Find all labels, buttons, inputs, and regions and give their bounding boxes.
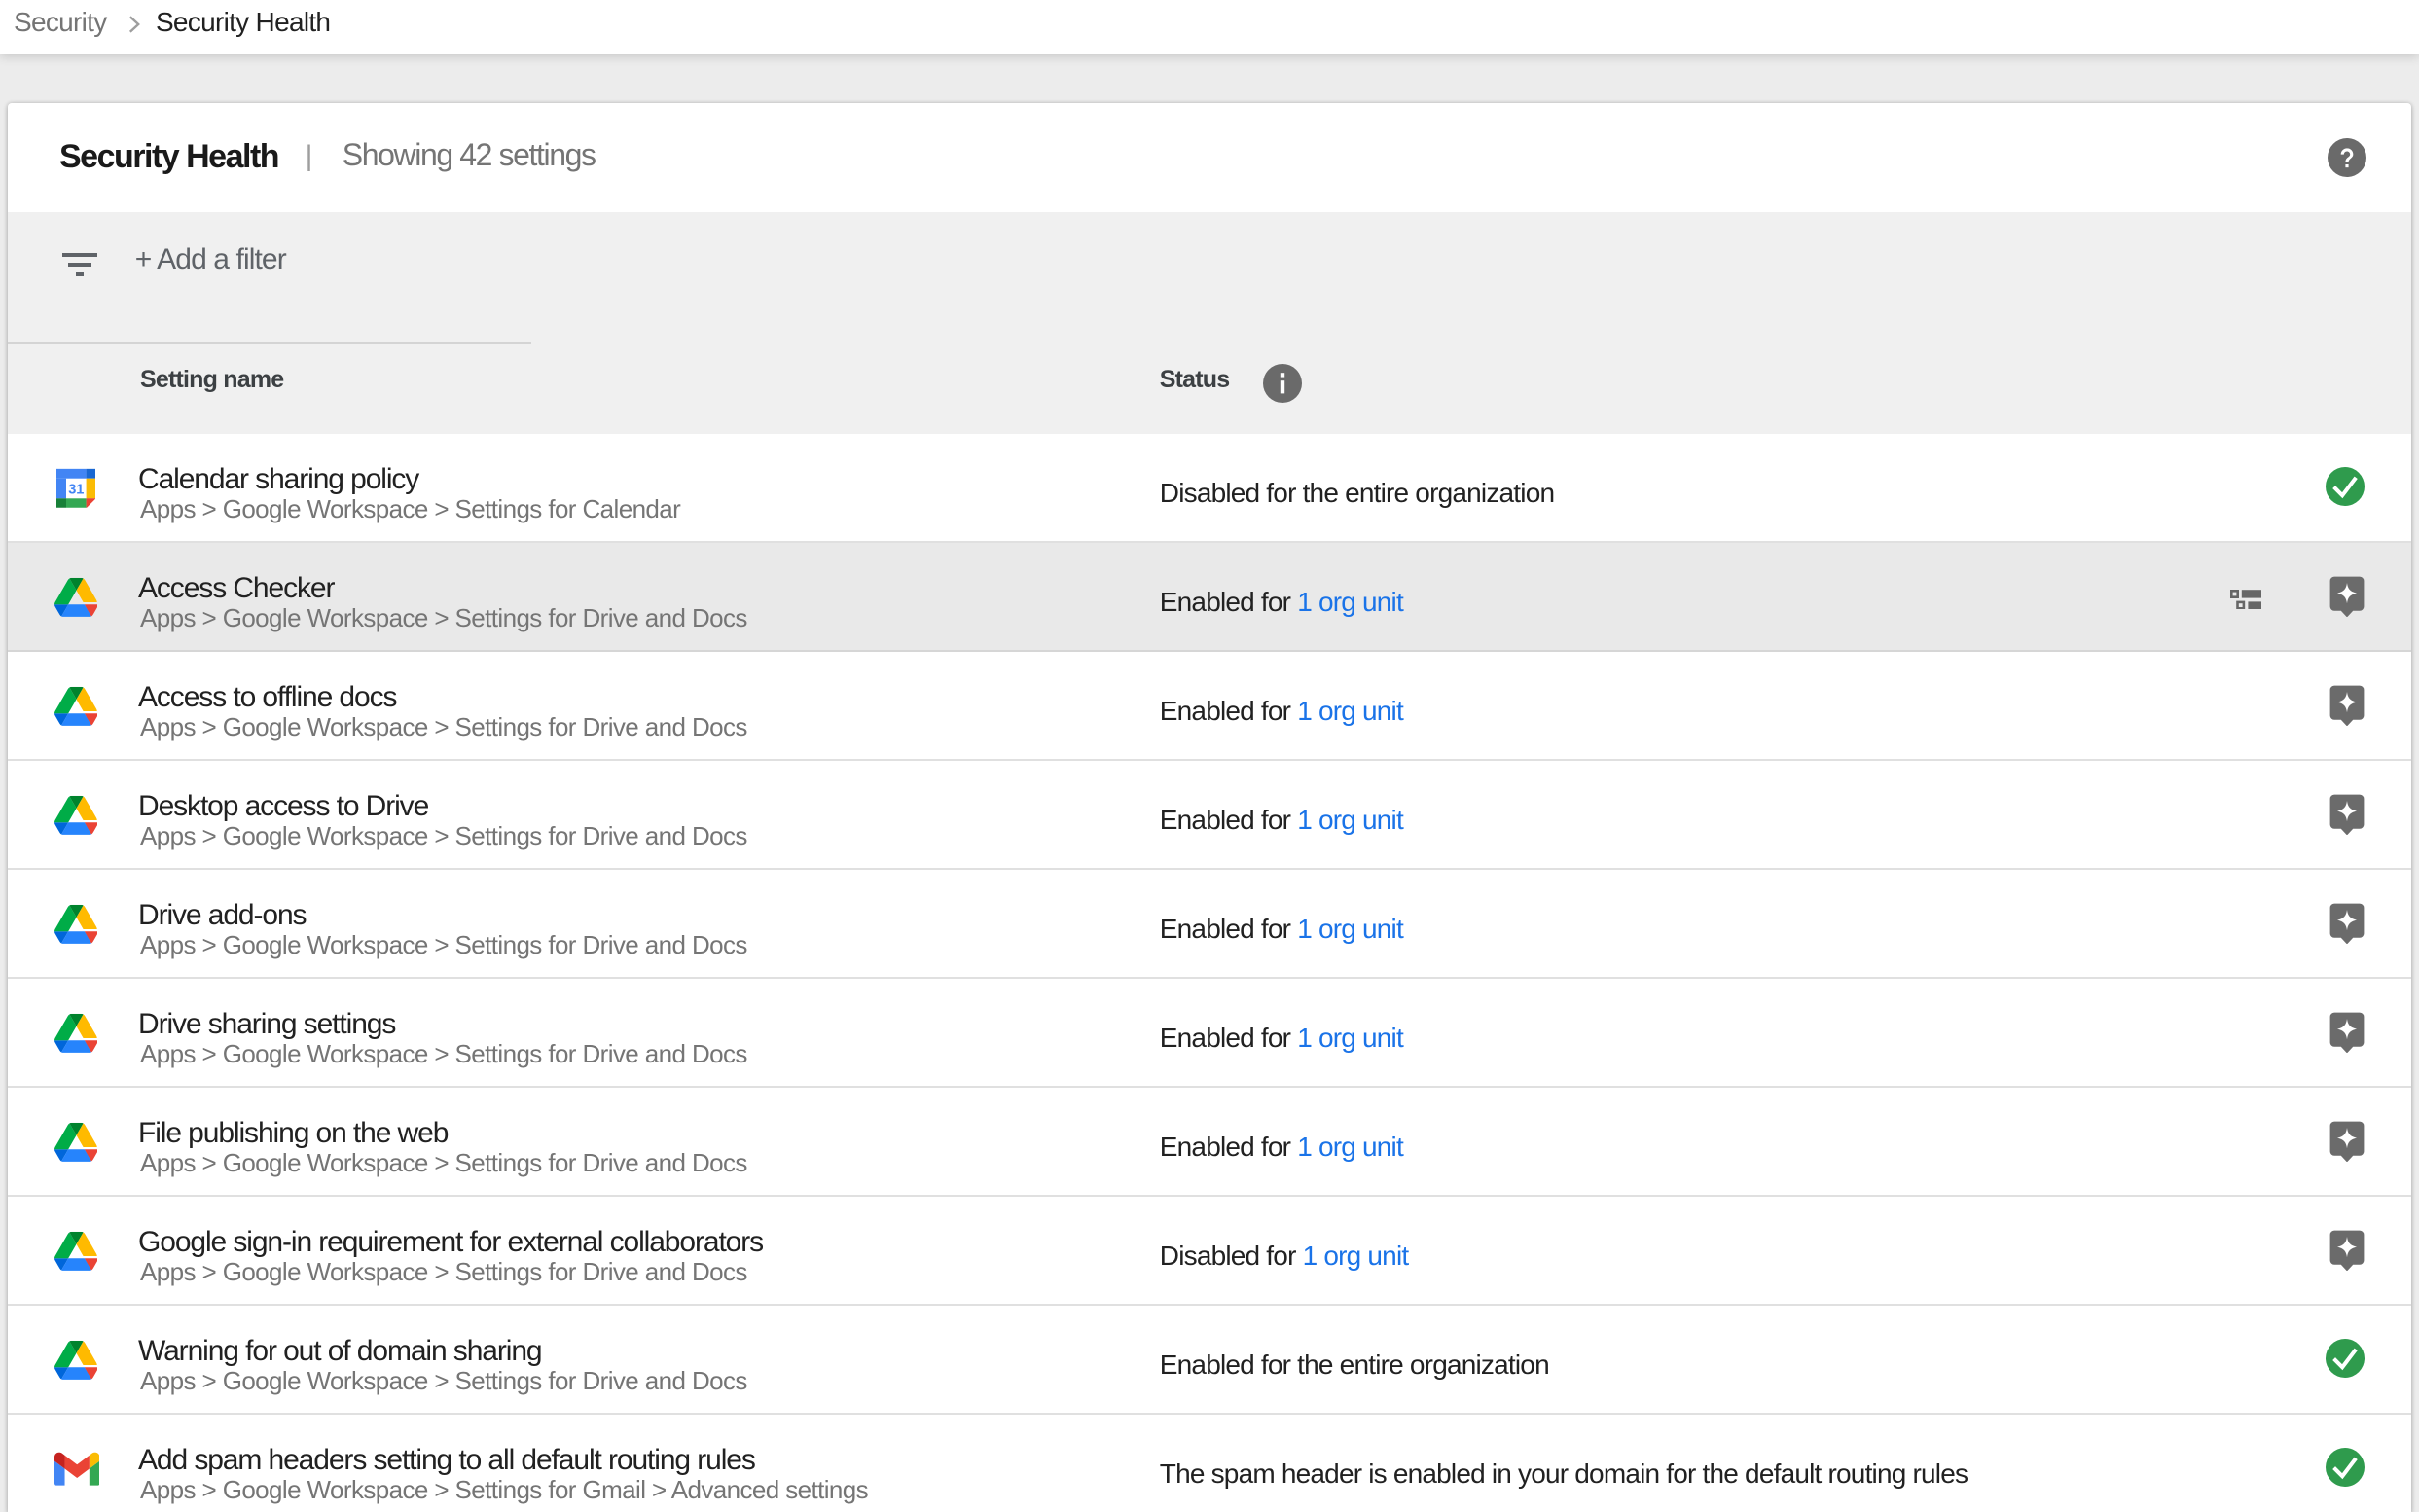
svg-text:31: 31 [68,481,84,496]
